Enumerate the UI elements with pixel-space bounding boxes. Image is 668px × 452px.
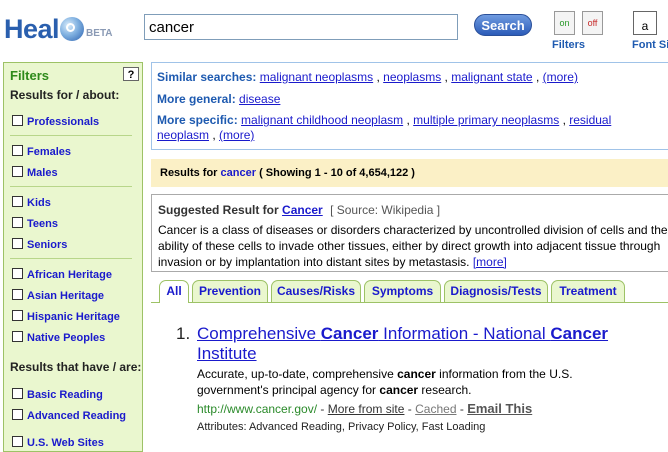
result-attributes: Attributes: Advanced Reading, Privacy Po… [197, 421, 486, 433]
tab-causes-risks[interactable]: Causes/Risks [271, 280, 361, 302]
tab-prevention[interactable]: Prevention [192, 280, 268, 302]
similar-link[interactable]: neoplasms [383, 70, 441, 84]
suggested-result-box: Suggested Result for Cancer [ Source: Wi… [151, 194, 668, 272]
results-query-link[interactable]: cancer [221, 167, 256, 179]
beta-badge: BETA [86, 28, 113, 39]
filter-advanced-reading[interactable]: Advanced Reading [12, 408, 126, 422]
tab-treatment[interactable]: Treatment [551, 280, 625, 302]
more-from-site-link[interactable]: More from site [328, 402, 405, 416]
more-specific-row: More specific: malignant childhood neopl… [157, 113, 612, 127]
result-url-row: http://www.cancer.gov/ - More from site … [197, 401, 533, 416]
specific-label: More specific: [157, 113, 238, 127]
similar-link[interactable]: malignant state [451, 70, 532, 84]
checkbox[interactable] [12, 388, 23, 399]
tab-diagnosis-tests[interactable]: Diagnosis/Tests [444, 280, 548, 302]
filter-hispanic-heritage[interactable]: Hispanic Heritage [12, 309, 120, 323]
results-count-bar: Results for cancer ( Showing 1 - 10 of 4… [151, 159, 668, 187]
category-tabs: All Prevention Causes/Risks Symptoms Dia… [151, 278, 668, 303]
checkbox[interactable] [12, 436, 23, 447]
specific-link[interactable]: residual [569, 113, 611, 127]
email-this-link[interactable]: Email This [467, 401, 532, 416]
font-size-label: Font Si [632, 39, 668, 51]
results-summary: Results for cancer ( Showing 1 - 10 of 4… [160, 167, 415, 179]
result-url: http://www.cancer.gov/ [197, 402, 318, 416]
general-link[interactable]: disease [239, 92, 280, 106]
divider [10, 258, 132, 259]
checkbox[interactable] [12, 145, 23, 156]
filter-males[interactable]: Males [12, 165, 58, 179]
specific-more-link[interactable]: (more) [219, 128, 254, 142]
suggested-query-link[interactable]: Cancer [282, 203, 323, 217]
filter-us-web-sites[interactable]: U.S. Web Sites [12, 435, 104, 449]
checkbox[interactable] [12, 331, 23, 342]
similar-more-link[interactable]: (more) [543, 70, 578, 84]
checkbox[interactable] [12, 238, 23, 249]
filter-seniors[interactable]: Seniors [12, 237, 67, 251]
checkbox[interactable] [12, 268, 23, 279]
suggested-label: Suggested Result for [158, 203, 279, 217]
general-label: More general: [157, 92, 236, 106]
sidebar-title: Filters [10, 68, 50, 83]
similar-searches-row: Similar searches: malignant neoplasms , … [157, 70, 578, 84]
filters-sidebar: Filters ? Results for / about: Professio… [3, 62, 143, 452]
result-title-link[interactable]: Comprehensive Cancer Information - Natio… [197, 324, 647, 364]
divider [10, 186, 132, 187]
filter-professionals[interactable]: Professionals [12, 114, 99, 128]
logo-text: Heal [4, 14, 60, 44]
filter-native-peoples[interactable]: Native Peoples [12, 330, 105, 344]
search-button[interactable]: Search [474, 14, 532, 36]
related-searches-box: Similar searches: malignant neoplasms , … [151, 62, 668, 150]
filter-basic-reading[interactable]: Basic Reading [12, 387, 103, 401]
healia-logo[interactable]: Heal BETA [4, 14, 113, 52]
checkbox[interactable] [12, 289, 23, 300]
checkbox[interactable] [12, 196, 23, 207]
filter-kids[interactable]: Kids [12, 195, 51, 209]
checkbox[interactable] [12, 115, 23, 126]
more-specific-row-cont: neoplasm , (more) [157, 128, 255, 142]
logo-orb-icon [60, 17, 85, 41]
suggested-more-link[interactable]: [more] [473, 255, 507, 269]
filter-females[interactable]: Females [12, 144, 71, 158]
suggested-text: Cancer is a class of diseases or disorde… [158, 223, 668, 269]
tab-all[interactable]: All [159, 280, 189, 303]
checkbox[interactable] [12, 310, 23, 321]
specific-link[interactable]: multiple primary neoplasms [413, 113, 559, 127]
filters-off-toggle[interactable]: off [582, 11, 603, 35]
have-heading: Results that have / are: [10, 360, 142, 374]
checkbox[interactable] [12, 166, 23, 177]
result-snippet: Accurate, up-to-date, comprehensive canc… [197, 367, 573, 397]
filters-on-toggle[interactable]: on [554, 11, 575, 35]
checkbox[interactable] [12, 217, 23, 228]
results-showing: ( Showing 1 - 10 of 4,654,122 ) [259, 167, 415, 179]
similar-label: Similar searches: [157, 70, 257, 84]
help-button[interactable]: ? [123, 67, 139, 81]
more-general-row: More general: disease [157, 92, 280, 107]
checkbox[interactable] [12, 409, 23, 420]
result-number: 1. [176, 324, 191, 343]
font-size-button[interactable]: a [633, 11, 657, 35]
cached-link[interactable]: Cached [415, 402, 456, 416]
search-input[interactable] [144, 14, 458, 40]
filter-teens[interactable]: Teens [12, 216, 58, 230]
filter-asian-heritage[interactable]: Asian Heritage [12, 288, 104, 302]
specific-link[interactable]: malignant childhood neoplasm [241, 113, 403, 127]
about-heading: Results for / about: [10, 88, 120, 102]
suggested-body: Cancer is a class of diseases or disorde… [158, 222, 668, 270]
suggested-header: Suggested Result for Cancer [ Source: Wi… [158, 203, 440, 217]
tab-symptoms[interactable]: Symptoms [364, 280, 441, 302]
suggested-source: [ Source: Wikipedia ] [330, 203, 441, 217]
filter-african-heritage[interactable]: African Heritage [12, 267, 112, 281]
similar-link[interactable]: malignant neoplasms [260, 70, 373, 84]
divider [10, 135, 132, 136]
filters-toggle-label: Filters [552, 39, 586, 51]
specific-link[interactable]: neoplasm [157, 128, 209, 142]
